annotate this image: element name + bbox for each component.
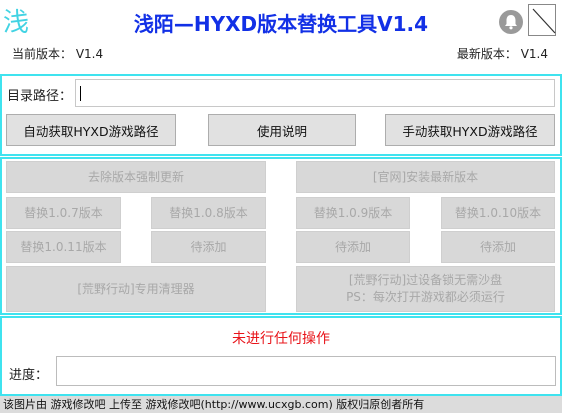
bell-icon[interactable] xyxy=(497,8,525,36)
bypass-line-2: PS：每次打开游戏都必须运行 xyxy=(346,290,505,304)
progress-label: 进度： xyxy=(9,368,49,383)
app-title: 浅陌—HYXD版本替换工具V1.4 xyxy=(133,12,429,36)
pending-button-2[interactable]: 待添加 xyxy=(296,231,410,263)
progress-bar xyxy=(56,356,556,386)
app-window: 浅 浅陌—HYXD版本替换工具V1.4 当前版本： V1.4 最新版本： V1.… xyxy=(0,0,562,396)
bypass-line-1: [荒野行动]过设备锁无需沙盘 xyxy=(348,273,503,287)
install-latest-button[interactable]: [官网]安装最新版本 xyxy=(296,161,555,193)
replace-1010-button[interactable]: 替换1.0.10版本 xyxy=(441,197,555,229)
latest-version: 最新版本： V1.4 xyxy=(456,47,548,61)
status-message: 未进行任何操作 xyxy=(232,331,330,347)
replace-109-button[interactable]: 替换1.0.9版本 xyxy=(296,197,410,229)
auto-get-path-button[interactable]: 自动获取HYXD游戏路径 xyxy=(6,114,176,146)
pending-button-3[interactable]: 待添加 xyxy=(441,231,555,263)
text-caret xyxy=(80,86,81,101)
replace-107-button[interactable]: 替换1.0.7版本 xyxy=(6,197,121,229)
replace-108-button[interactable]: 替换1.0.8版本 xyxy=(151,197,266,229)
watermark-footer: 该图片由 游戏修改吧 上传至 游戏修改吧(http://www.ucxgb.co… xyxy=(0,396,562,413)
directory-path-input[interactable] xyxy=(75,79,555,107)
manual-get-path-button[interactable]: 手动获取HYXD游戏路径 xyxy=(385,114,555,146)
help-button[interactable]: 使用说明 xyxy=(208,114,356,146)
cleaner-button[interactable]: [荒野行动]专用清理器 xyxy=(6,266,266,312)
title-bar: 浅 浅陌—HYXD版本替换工具V1.4 xyxy=(0,0,562,44)
pending-button-1[interactable]: 待添加 xyxy=(151,231,266,263)
current-version: 当前版本： V1.4 xyxy=(12,47,104,61)
close-button[interactable] xyxy=(528,4,556,36)
remove-force-update-button[interactable]: 去除版本强制更新 xyxy=(6,161,266,193)
replace-1011-button[interactable]: 替换1.0.11版本 xyxy=(6,231,121,263)
close-icon xyxy=(532,8,556,34)
bypass-device-lock-button[interactable]: [荒野行动]过设备锁无需沙盘 PS：每次打开游戏都必须运行 xyxy=(296,266,555,312)
directory-label: 目录路径： xyxy=(7,89,73,104)
